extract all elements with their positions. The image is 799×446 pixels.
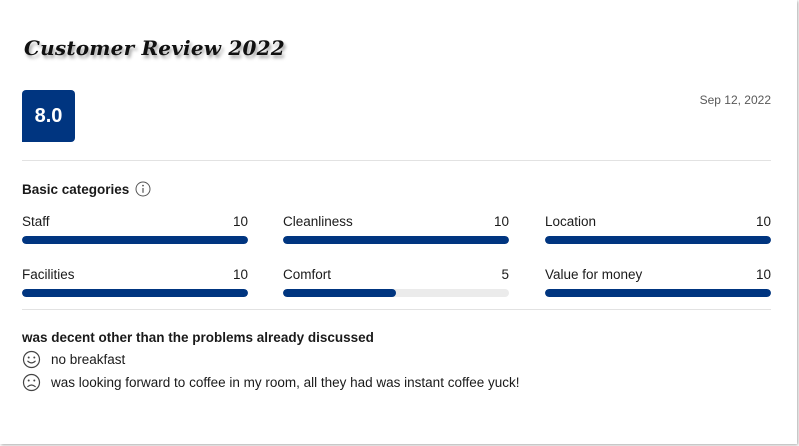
review-date: Sep 12, 2022 (699, 93, 771, 107)
category-label: Cleanliness (283, 214, 353, 229)
category-label: Facilities (22, 267, 75, 282)
category-cleanliness: Cleanliness 10 (283, 214, 509, 254)
category-bar (22, 289, 248, 297)
category-comfort: Comfort 5 (283, 267, 509, 307)
category-bar-fill (545, 289, 771, 297)
category-score: 10 (493, 214, 509, 229)
category-score: 10 (755, 214, 771, 229)
score-badge: 8.0 (22, 90, 75, 142)
category-score: 10 (232, 267, 248, 282)
category-score: 5 (501, 267, 509, 282)
section-heading: Basic categories (22, 181, 151, 197)
category-bar-fill (22, 289, 248, 297)
category-label: Value for money (545, 267, 643, 282)
category-bar (545, 289, 771, 297)
category-bar (22, 236, 248, 244)
category-label: Staff (22, 214, 50, 229)
category-facilities: Facilities 10 (22, 267, 248, 307)
category-bar-fill (283, 236, 509, 244)
divider (22, 160, 771, 161)
category-bar-fill (545, 236, 771, 244)
frown-icon (22, 373, 41, 392)
category-bar (283, 236, 509, 244)
category-label: Location (545, 214, 597, 229)
review-title: was decent other than the problems alrea… (22, 330, 374, 345)
category-staff: Staff 10 (22, 214, 248, 254)
divider (22, 309, 771, 310)
category-bar-fill (283, 289, 396, 297)
info-icon[interactable] (135, 181, 151, 197)
positive-comment: no breakfast (22, 350, 125, 369)
category-location: Location 10 (545, 214, 771, 254)
category-label: Comfort (283, 267, 332, 282)
section-heading-label: Basic categories (22, 181, 130, 197)
negative-comment-text: was looking forward to coffee in my room… (51, 375, 520, 390)
category-value-for-money: Value for money 10 (545, 267, 771, 307)
category-score: 10 (232, 214, 248, 229)
smile-icon (22, 350, 41, 369)
category-bar (545, 236, 771, 244)
negative-comment: was looking forward to coffee in my room… (22, 373, 520, 392)
category-score: 10 (755, 267, 771, 282)
positive-comment-text: no breakfast (51, 352, 126, 367)
page-title: Customer Review 2022 (24, 36, 285, 60)
category-bar-fill (22, 236, 248, 244)
category-bar (283, 289, 509, 297)
